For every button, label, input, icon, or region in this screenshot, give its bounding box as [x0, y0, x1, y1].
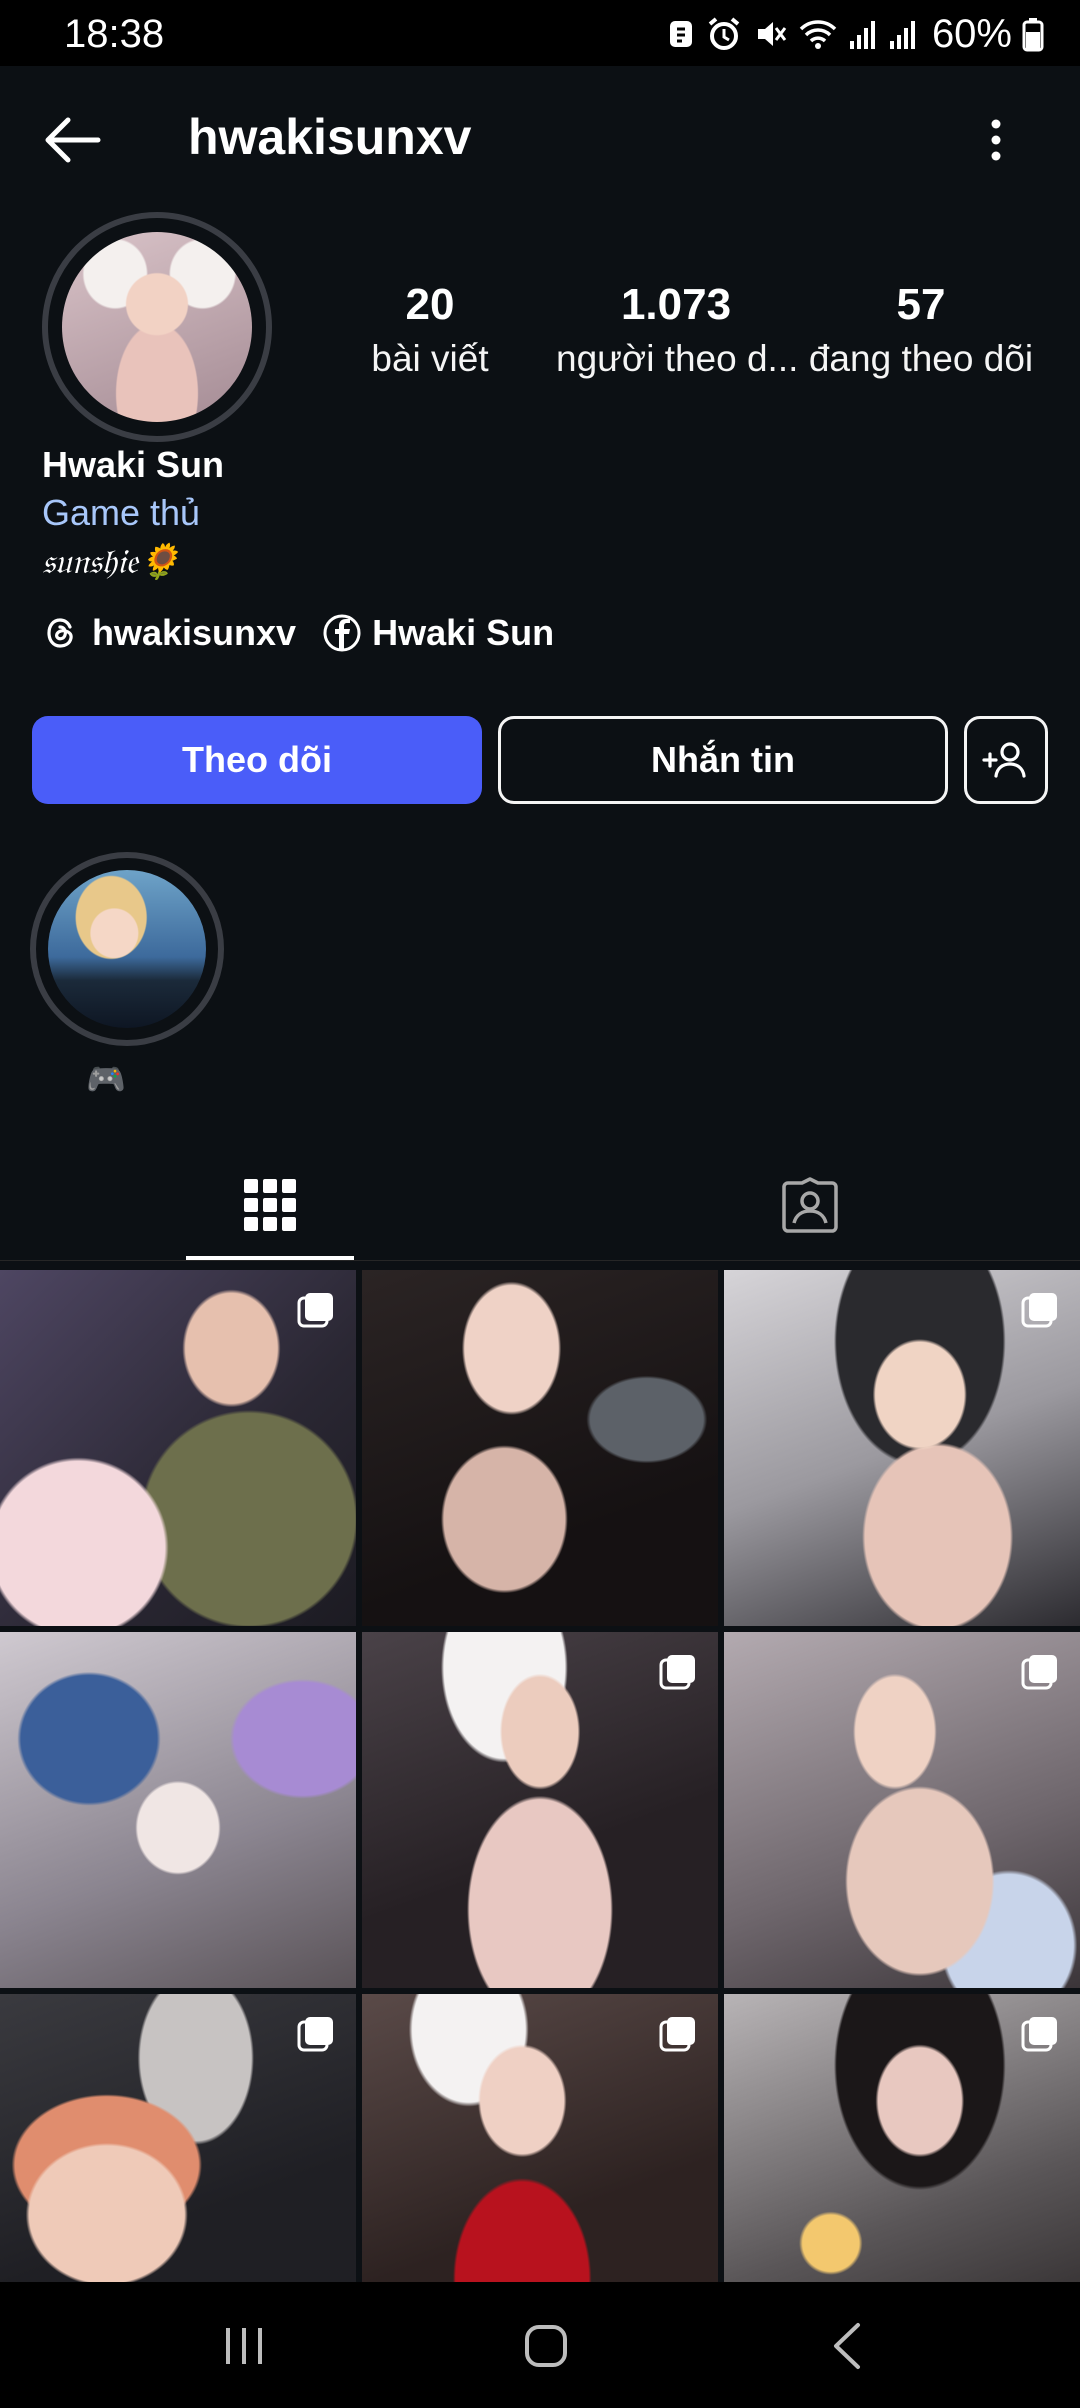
stat-followers-label: người theo d...	[556, 338, 799, 379]
carousel-icon	[1021, 2017, 1057, 2052]
alarm-icon	[708, 17, 740, 50]
stat-posts-count: 20	[405, 280, 455, 329]
threads-icon	[47, 618, 73, 648]
post-thumbnail[interactable]	[724, 1270, 1080, 1626]
post-thumbnail[interactable]	[362, 1632, 718, 1988]
back-arrow-icon	[45, 117, 101, 163]
threads-link-label: hwakisunxv	[92, 612, 297, 653]
story-highlight[interactable]	[30, 852, 224, 1046]
display-name: Hwaki Sun	[42, 444, 225, 485]
post-thumbnail[interactable]	[724, 1632, 1080, 1988]
facebook-icon	[323, 614, 361, 652]
more-vertical-icon	[991, 119, 1001, 161]
profile-bio: 𝔰𝔲𝔫𝔰𝔥𝔦𝔢🌻	[42, 542, 181, 582]
profile-screen: 18:38 60% hwakisunxv 20 bài viết 1.073 n…	[0, 0, 1080, 2408]
system-navigation-bar	[0, 2282, 1080, 2408]
profile-username: hwakisunxv	[188, 109, 472, 165]
grid-icon	[244, 1179, 296, 1231]
post-thumbnail[interactable]	[362, 1994, 718, 2282]
notification-icon	[669, 21, 692, 47]
tab-tagged[interactable]	[726, 1150, 894, 1260]
status-time: 18:38	[64, 12, 165, 56]
tab-divider	[0, 1260, 1080, 1261]
stat-followers[interactable]: 1.073 người theo d...	[556, 276, 799, 384]
carousel-icon	[659, 1655, 695, 1690]
profile-category: Game thủ	[42, 492, 201, 533]
facebook-link-label: Hwaki Sun	[372, 612, 555, 653]
home-icon	[525, 2325, 567, 2367]
profile-avatar[interactable]	[42, 212, 272, 442]
facebook-link[interactable]: Hwaki Sun	[322, 612, 554, 654]
highlight-cover-image	[48, 870, 206, 1028]
stat-posts-label: bài viết	[371, 338, 489, 379]
recents-button[interactable]	[184, 2306, 304, 2386]
stat-following[interactable]: 57 đang theo dõi	[806, 276, 1036, 384]
signal-icon	[849, 21, 875, 49]
post-thumbnail[interactable]	[362, 1270, 718, 1626]
post-thumbnail[interactable]	[0, 1270, 356, 1626]
post-thumbnail[interactable]	[724, 1994, 1080, 2282]
status-icons: 60%	[666, 10, 1044, 58]
message-button[interactable]: Nhắn tin	[498, 716, 948, 804]
battery-percentage: 60%	[931, 11, 1012, 56]
status-bar: 18:38 60%	[0, 0, 1080, 66]
profile-links: hwakisunxv Hwaki Sun	[42, 612, 554, 654]
carousel-icon	[297, 1293, 333, 1328]
signal-icon-2	[889, 21, 915, 49]
recents-icon	[226, 2328, 262, 2364]
carousel-icon	[1021, 1293, 1057, 1328]
battery-icon	[1022, 18, 1044, 52]
threads-link[interactable]: hwakisunxv	[42, 612, 296, 654]
avatar-image	[62, 232, 252, 422]
carousel-icon	[1021, 1655, 1057, 1690]
chevron-left-icon	[834, 2323, 860, 2369]
stat-posts[interactable]: 20 bài viết	[350, 276, 510, 384]
stat-followers-count: 1.073	[620, 280, 732, 329]
tagged-icon	[782, 1177, 838, 1233]
system-back-button[interactable]	[788, 2306, 908, 2386]
follow-button[interactable]: Theo dõi	[32, 716, 482, 804]
stat-following-label: đang theo dõi	[808, 338, 1034, 379]
mute-icon	[757, 22, 787, 46]
post-thumbnail[interactable]	[0, 1632, 356, 1988]
post-thumbnail[interactable]	[0, 1994, 356, 2282]
carousel-icon	[297, 2017, 333, 2052]
home-button[interactable]	[486, 2306, 606, 2386]
tab-posts-grid[interactable]	[186, 1150, 354, 1260]
posts-grid	[0, 1270, 1080, 2282]
carousel-icon	[659, 2017, 695, 2052]
back-button[interactable]	[36, 104, 108, 176]
stat-following-count: 57	[896, 280, 946, 329]
suggested-users-button[interactable]	[964, 716, 1048, 804]
wifi-icon	[799, 20, 837, 49]
highlight-label: 🎮	[86, 1061, 126, 1097]
add-user-icon	[982, 742, 1026, 778]
more-options-button[interactable]	[966, 104, 1026, 176]
